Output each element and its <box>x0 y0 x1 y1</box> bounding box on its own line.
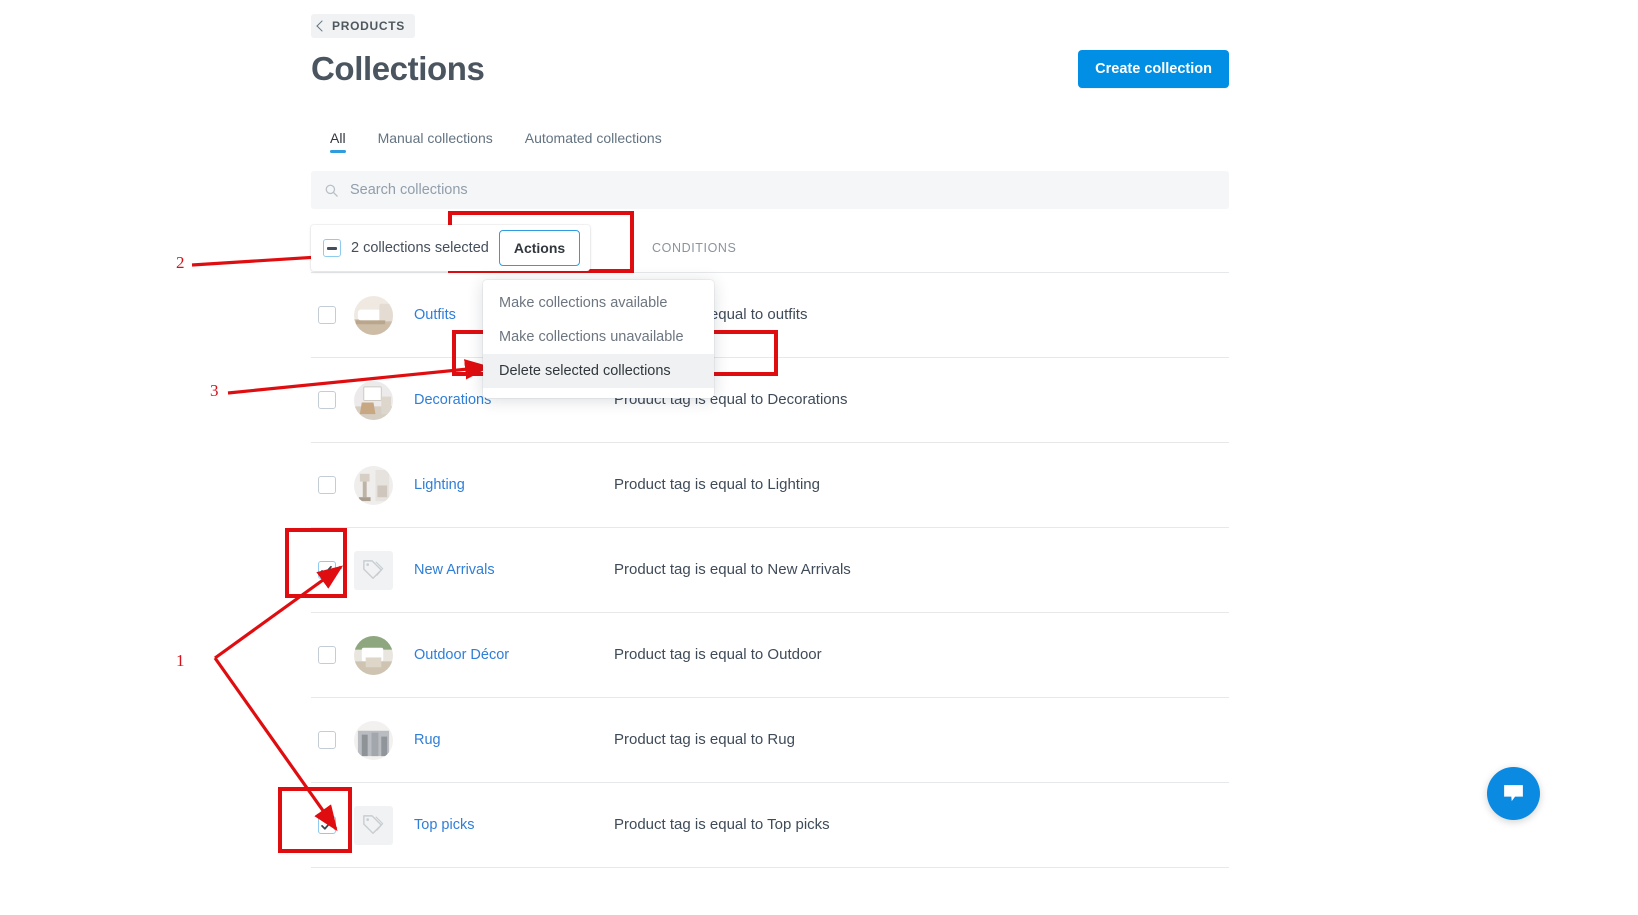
row-name-cell: Rug <box>404 731 614 749</box>
table-row[interactable]: New Arrivals Product tag is equal to New… <box>311 527 1229 612</box>
collection-link-outfits[interactable]: Outfits <box>414 307 456 323</box>
row-checkbox-cell <box>311 391 342 409</box>
collections-table: Outfits Product tag is equal to outfits <box>311 272 1229 868</box>
page-container: PRODUCTS Collections Create collection A… <box>311 0 1229 868</box>
collection-link-decorations[interactable]: Decorations <box>414 392 491 408</box>
tab-manual-collections[interactable]: Manual collections <box>378 130 493 153</box>
selected-count-label: 2 collections selected <box>351 240 489 256</box>
row-thumbnail-cell <box>342 721 404 760</box>
actions-dropdown-menu: Make collections available Make collecti… <box>483 280 714 398</box>
collection-link-outdoor-decor[interactable]: Outdoor Décor <box>414 647 509 663</box>
collection-thumbnail <box>354 466 393 505</box>
collection-link-new-arrivals[interactable]: New Arrivals <box>414 562 495 578</box>
condition-text: Product tag is equal to New Arrivals <box>614 561 851 578</box>
row-checkbox[interactable] <box>318 646 336 664</box>
tag-placeholder-icon <box>354 806 393 845</box>
menu-item-delete-selected-collections[interactable]: Delete selected collections <box>483 354 714 388</box>
tag-placeholder-icon <box>354 551 393 590</box>
collection-link-rug[interactable]: Rug <box>414 732 441 748</box>
table-row[interactable]: Outfits Product tag is equal to outfits <box>311 272 1229 357</box>
table-bottom-divider <box>311 867 1229 868</box>
row-thumbnail-cell <box>342 381 404 420</box>
row-thumbnail-cell <box>342 806 404 845</box>
annotation-number-3: 3 <box>210 381 219 401</box>
row-condition-cell: Product tag is equal to Lighting <box>614 476 1229 494</box>
row-name-cell: Lighting <box>404 476 614 494</box>
table-row[interactable]: Lighting Product tag is equal to Lightin… <box>311 442 1229 527</box>
annotation-number-2: 2 <box>176 253 185 273</box>
condition-text: Product tag is equal to Top picks <box>614 816 830 833</box>
row-thumbnail-cell <box>342 551 404 590</box>
row-checkbox[interactable] <box>318 731 336 749</box>
row-name-cell: New Arrivals <box>404 561 614 579</box>
chevron-left-icon <box>316 20 327 31</box>
select-all-checkbox[interactable] <box>323 239 341 257</box>
table-row[interactable]: Decorations Product tag is equal to Deco… <box>311 357 1229 442</box>
bulk-actions-bar: 2 collections selected Actions CONDITION… <box>311 223 1229 273</box>
condition-text: Product tag is equal to Lighting <box>614 476 820 493</box>
row-thumbnail-cell <box>342 296 404 335</box>
menu-item-make-collections-available[interactable]: Make collections available <box>483 286 714 320</box>
collection-thumbnail <box>354 636 393 675</box>
row-name-cell: Top picks <box>404 816 614 834</box>
tab-bar: All Manual collections Automated collect… <box>311 130 1229 153</box>
chat-bubble-icon <box>1501 781 1526 806</box>
row-thumbnail-cell <box>342 636 404 675</box>
row-name-cell: Outdoor Décor <box>404 646 614 664</box>
collection-link-top-picks[interactable]: Top picks <box>414 817 474 833</box>
breadcrumb[interactable]: PRODUCTS <box>311 14 415 38</box>
page-header: Collections Create collection <box>311 50 1229 88</box>
row-checkbox[interactable] <box>318 391 336 409</box>
row-checkbox-cell <box>311 476 342 494</box>
collection-thumbnail <box>354 721 393 760</box>
menu-item-make-collections-unavailable[interactable]: Make collections unavailable <box>483 320 714 354</box>
row-condition-cell: Product tag is equal to Rug <box>614 731 1229 749</box>
search-input[interactable] <box>348 181 1216 199</box>
tab-automated-collections[interactable]: Automated collections <box>525 130 662 153</box>
bulk-actions-pill: 2 collections selected Actions <box>311 225 590 271</box>
page-title: Collections <box>311 50 484 88</box>
conditions-column-header: CONDITIONS <box>652 241 736 255</box>
actions-button[interactable]: Actions <box>499 230 580 266</box>
row-thumbnail-cell <box>342 466 404 505</box>
condition-text: Product tag is equal to Outdoor <box>614 646 822 663</box>
create-collection-button[interactable]: Create collection <box>1078 50 1229 88</box>
chat-bubble-button[interactable] <box>1487 767 1540 820</box>
search-icon <box>324 183 339 198</box>
row-checkbox-cell <box>311 306 342 324</box>
row-checkbox[interactable] <box>318 476 336 494</box>
annotation-number-1: 1 <box>176 651 185 671</box>
row-checkbox-cell <box>311 561 342 579</box>
row-checkbox[interactable] <box>318 561 336 579</box>
collection-link-lighting[interactable]: Lighting <box>414 477 465 493</box>
collection-thumbnail <box>354 381 393 420</box>
row-checkbox-cell <box>311 646 342 664</box>
tab-all[interactable]: All <box>330 130 346 153</box>
row-checkbox-cell <box>311 816 342 834</box>
collection-thumbnail <box>354 296 393 335</box>
row-condition-cell: Product tag is equal to Top picks <box>614 816 1229 834</box>
search-bar[interactable] <box>311 171 1229 209</box>
table-row[interactable]: Outdoor Décor Product tag is equal to Ou… <box>311 612 1229 697</box>
app-root: PRODUCTS Collections Create collection A… <box>0 0 1638 915</box>
row-condition-cell: Product tag is equal to New Arrivals <box>614 561 1229 579</box>
row-checkbox-cell <box>311 731 342 749</box>
row-checkbox[interactable] <box>318 306 336 324</box>
table-row[interactable]: Top picks Product tag is equal to Top pi… <box>311 782 1229 867</box>
breadcrumb-label: PRODUCTS <box>332 19 405 33</box>
condition-text: Product tag is equal to Rug <box>614 731 795 748</box>
table-row[interactable]: Rug Product tag is equal to Rug <box>311 697 1229 782</box>
row-condition-cell: Product tag is equal to Outdoor <box>614 646 1229 664</box>
row-checkbox[interactable] <box>318 816 336 834</box>
